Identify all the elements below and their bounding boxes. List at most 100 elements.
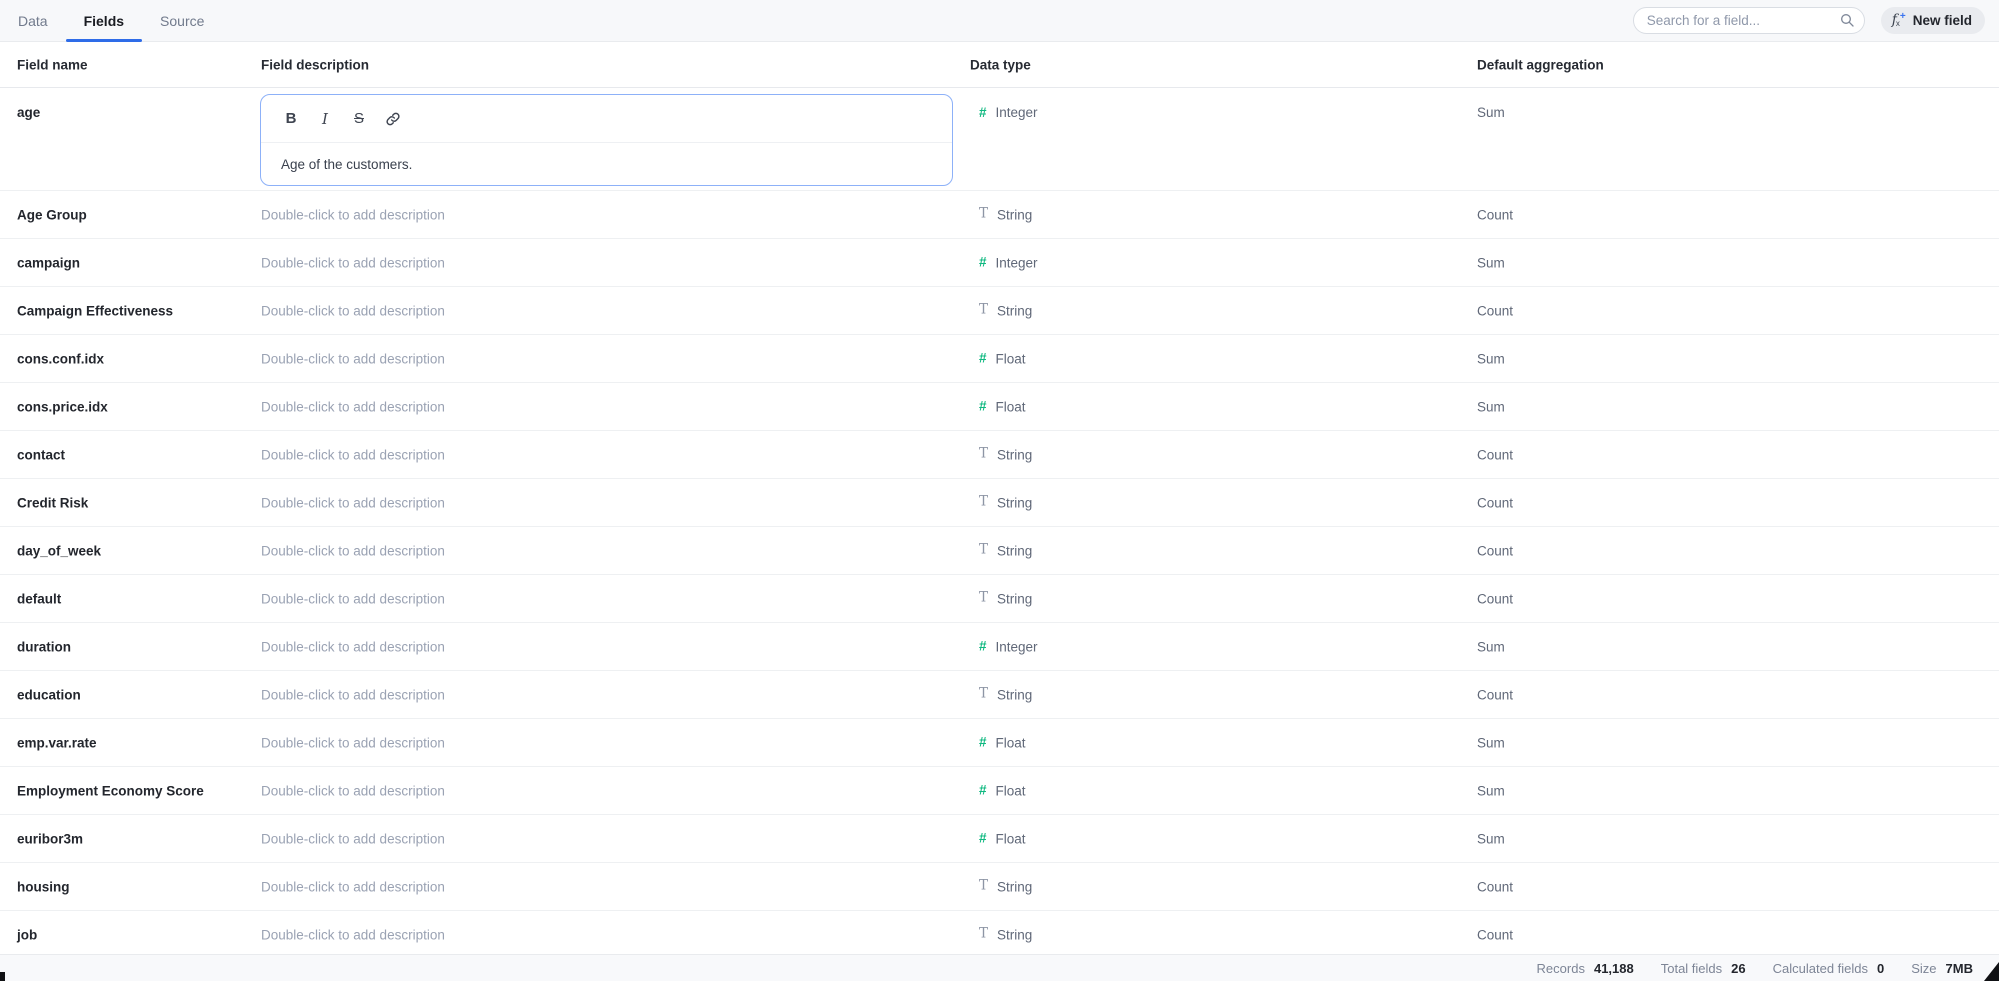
field-type-label: String — [997, 207, 1032, 222]
string-type-icon: T — [979, 928, 988, 942]
description-editor[interactable]: B I S Age of the customers. — [260, 94, 953, 186]
field-aggregation[interactable]: Sum — [1477, 831, 1505, 846]
field-description-placeholder[interactable]: Double-click to add description — [261, 495, 445, 510]
field-aggregation[interactable]: Sum — [1477, 255, 1505, 270]
field-aggregation[interactable]: Sum — [1477, 735, 1505, 750]
field-aggregation[interactable]: Count — [1477, 543, 1513, 558]
field-name: Campaign Effectiveness — [17, 303, 173, 318]
description-text-input[interactable]: Age of the customers. — [261, 143, 952, 186]
field-type: TString — [979, 495, 1032, 510]
field-type-label: Float — [996, 783, 1026, 798]
calculated-fields-label: Calculated fields — [1773, 961, 1868, 976]
field-type-label: Integer — [996, 105, 1038, 120]
field-type: #Float — [979, 351, 1026, 366]
field-description-placeholder[interactable]: Double-click to add description — [261, 735, 445, 750]
header-data-type: Data type — [970, 57, 1031, 72]
field-aggregation[interactable]: Count — [1477, 591, 1513, 606]
records-value: 41,188 — [1594, 961, 1634, 976]
header-field-description: Field description — [261, 57, 369, 72]
field-description-placeholder[interactable]: Double-click to add description — [261, 207, 445, 222]
link-icon[interactable] — [383, 109, 403, 129]
field-aggregation[interactable]: Count — [1477, 447, 1513, 462]
table-row: day_of_week Double-click to add descripti… — [0, 527, 1999, 575]
size-label: Size — [1911, 961, 1936, 976]
number-type-icon: # — [979, 832, 987, 846]
field-type: #Integer — [979, 255, 1038, 270]
field-description-placeholder[interactable]: Double-click to add description — [261, 447, 445, 462]
field-description-placeholder[interactable]: Double-click to add description — [261, 879, 445, 894]
tab-data[interactable]: Data — [0, 0, 66, 41]
table-header: Field name Field description Data type D… — [0, 42, 1999, 88]
field-name: contact — [17, 447, 65, 462]
search-input[interactable] — [1633, 7, 1865, 34]
field-type-label: Float — [996, 351, 1026, 366]
field-type: TString — [979, 927, 1032, 942]
field-type-label: String — [997, 879, 1032, 894]
field-description-placeholder[interactable]: Double-click to add description — [261, 591, 445, 606]
strikethrough-icon[interactable]: S — [349, 109, 369, 129]
field-description-placeholder[interactable]: Double-click to add description — [261, 831, 445, 846]
field-aggregation[interactable]: Count — [1477, 303, 1513, 318]
table-row: emp.var.rateDouble-click to add descript… — [0, 719, 1999, 767]
field-name: cons.price.idx — [17, 399, 108, 414]
header-default-aggregation: Default aggregation — [1477, 57, 1604, 72]
italic-icon[interactable]: I — [315, 109, 335, 129]
tab-fields[interactable]: Fields — [66, 0, 142, 41]
size-value: 7MB — [1946, 961, 1973, 976]
number-type-icon: # — [979, 784, 987, 798]
calculated-fields-stat: Calculated fields 0 — [1773, 961, 1885, 976]
field-aggregation[interactable]: Count — [1477, 495, 1513, 510]
field-aggregation[interactable]: Sum — [1477, 105, 1505, 120]
field-description-placeholder[interactable]: Double-click to add description — [261, 783, 445, 798]
string-type-icon: T — [979, 544, 988, 558]
field-description-placeholder[interactable]: Double-click to add description — [261, 543, 445, 558]
table-row: campaignDouble-click to add description#… — [0, 239, 1999, 287]
field-description-placeholder[interactable]: Double-click to add description — [261, 255, 445, 270]
string-type-icon: T — [979, 880, 988, 894]
table-row: durationDouble-click to add description#… — [0, 623, 1999, 671]
field-description-placeholder[interactable]: Double-click to add description — [261, 687, 445, 702]
field-name: day_of_week — [17, 543, 101, 558]
records-label: Records — [1537, 961, 1585, 976]
field-type: # Integer — [979, 639, 1038, 654]
tabbar-actions: fx+ New field — [1633, 7, 1985, 34]
field-type: T String — [979, 879, 1032, 894]
field-type-label: Float — [996, 399, 1026, 414]
field-search — [1633, 7, 1865, 34]
field-aggregation[interactable]: Count — [1477, 927, 1513, 942]
top-tab-bar: Data Fields Source fx+ New field — [0, 0, 1999, 42]
number-type-icon: # — [979, 106, 987, 120]
total-fields-value: 26 — [1731, 961, 1745, 976]
field-aggregation[interactable]: Count — [1477, 879, 1513, 894]
new-field-button[interactable]: fx+ New field — [1881, 7, 1985, 34]
string-type-icon: T — [979, 208, 988, 222]
field-aggregation[interactable]: Sum — [1477, 399, 1505, 414]
editor-toolbar: B I S — [261, 95, 952, 143]
field-type-label: String — [997, 543, 1032, 558]
search-icon — [1839, 12, 1855, 28]
field-description-placeholder[interactable]: Double-click to add description — [261, 399, 445, 414]
tab-source[interactable]: Source — [142, 0, 222, 41]
new-field-label: New field — [1913, 13, 1972, 28]
field-type: TString — [979, 591, 1032, 606]
number-type-icon: # — [979, 640, 987, 654]
screen-artifact — [0, 972, 5, 981]
field-aggregation[interactable]: Count — [1477, 207, 1513, 222]
field-type-label: Integer — [996, 639, 1038, 654]
field-aggregation[interactable]: Sum — [1477, 783, 1505, 798]
table-row: housingDouble-click to add descriptionTS… — [0, 863, 1999, 911]
field-description-placeholder[interactable]: Double-click to add description — [261, 639, 445, 654]
field-aggregation[interactable]: Sum — [1477, 351, 1505, 366]
field-aggregation[interactable]: Sum — [1477, 639, 1505, 654]
field-aggregation[interactable]: Count — [1477, 687, 1513, 702]
field-description-placeholder[interactable]: Double-click to add description — [261, 927, 445, 942]
field-type-label: String — [997, 495, 1032, 510]
bold-icon[interactable]: B — [281, 109, 301, 129]
field-name: default — [17, 591, 61, 606]
field-description-placeholder[interactable]: Double-click to add description — [261, 351, 445, 366]
total-fields-stat: Total fields 26 — [1661, 961, 1746, 976]
status-bar: Records 41,188 Total fields 26 Calculate… — [0, 954, 1999, 981]
field-type-label: Float — [996, 831, 1026, 846]
field-description-placeholder[interactable]: Double-click to add description — [261, 303, 445, 318]
fields-table-body: age B I S Age of the customers. #Integer… — [0, 88, 1999, 959]
